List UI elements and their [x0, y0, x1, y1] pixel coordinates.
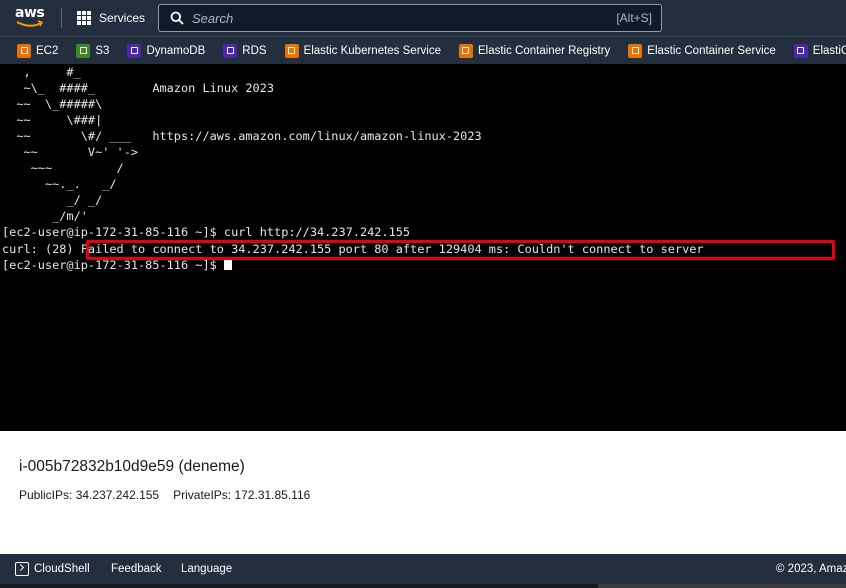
favorite-s3[interactable]: S3 [76, 37, 110, 64]
s3-icon [76, 43, 91, 58]
favorite-label: RDS [242, 44, 267, 57]
search-shortcut-hint: [Alt+S] [616, 11, 652, 25]
favorite-label: S3 [95, 44, 110, 57]
private-ips: PrivateIPs: 172.31.85.116 [173, 488, 311, 502]
terminal-line: ~~~ / [2, 161, 124, 175]
elasticache-icon [793, 43, 808, 58]
terminal-line: ~~ \_#####\ [2, 97, 103, 111]
terminal-line: ~\_ ####_ Amazon Linux 2023 [2, 81, 275, 95]
ecr-icon [458, 43, 473, 58]
favorite-eks[interactable]: Elastic Kubernetes Service [284, 37, 441, 64]
ecs-icon [628, 43, 643, 58]
nav-divider [61, 8, 62, 28]
favorite-label: ElastiCache [812, 44, 846, 57]
terminal-console[interactable]: , #_ ~\_ ####_ Amazon Linux 2023 ~~ \_##… [0, 64, 846, 431]
favorite-label: Elastic Container Service [647, 44, 776, 57]
eks-icon [284, 43, 299, 58]
favorite-ecs[interactable]: Elastic Container Service [628, 37, 776, 64]
aws-smile-icon [16, 20, 44, 27]
language-link[interactable]: Language [181, 563, 232, 575]
aws-logo-text: aws [15, 5, 45, 21]
search-icon [170, 11, 184, 25]
instance-title: i-005b72832b10d9e59 (deneme) [19, 458, 245, 475]
favorite-label: DynamoDB [146, 44, 206, 57]
console-footer: CloudShell Feedback Language © 2023, Ama… [0, 554, 846, 584]
copyright-text: © 2023, Amaz [776, 563, 846, 575]
services-label: Services [99, 11, 146, 25]
cloudshell-label: CloudShell [34, 563, 90, 575]
favorite-dynamodb[interactable]: DynamoDB [127, 37, 206, 64]
favorite-ecr[interactable]: Elastic Container Registry [458, 37, 611, 64]
aws-logo[interactable]: aws [15, 6, 47, 30]
favorites-bar: EC2 S3 DynamoDB RDS Elastic Kubernetes S… [0, 36, 846, 64]
terminal-line: ~~ \#/ ___ https://aws.amazon.com/linux/… [2, 129, 482, 143]
instance-ips: PublicIPs: 34.237.242.155 PrivateIPs: 17… [19, 488, 310, 502]
favorite-label: EC2 [36, 44, 59, 57]
ec2-icon [17, 43, 31, 58]
favorite-label: Elastic Container Registry [477, 44, 611, 57]
rds-icon [223, 43, 238, 58]
instance-info-panel: i-005b72832b10d9e59 (deneme) PublicIPs: … [0, 431, 846, 554]
search-input[interactable] [192, 10, 592, 26]
terminal-line: ~~ \###| [2, 113, 103, 127]
horizontal-scrollbar[interactable] [0, 584, 846, 588]
terminal-line: _/ _/ [2, 193, 103, 207]
terminal-line: _/m/' [2, 209, 88, 223]
cloudshell-button[interactable]: CloudShell [15, 562, 90, 576]
services-menu-button[interactable]: Services [77, 9, 145, 27]
favorite-elasticache[interactable]: ElastiCache [793, 37, 846, 64]
terminal-command-line: [ec2-user@ip-172-31-85-116 ~]$ curl http… [2, 225, 411, 239]
scrollbar-thumb[interactable] [598, 584, 846, 588]
terminal-line: ~~._. _/ [2, 177, 117, 191]
terminal-line: ~~ V~' '-> [2, 145, 139, 159]
error-highlight-box [86, 240, 835, 260]
favorite-label: Elastic Kubernetes Service [303, 44, 441, 57]
top-navigation-bar: aws Services [Alt+S] [0, 0, 846, 36]
terminal-prompt: [ec2-user@ip-172-31-85-116 ~]$ [2, 258, 224, 272]
dynamodb-icon [127, 43, 142, 58]
terminal-icon [15, 562, 29, 576]
feedback-link[interactable]: Feedback [111, 563, 162, 575]
search-bar[interactable]: [Alt+S] [158, 4, 662, 32]
terminal-line: , #_ [2, 65, 81, 79]
favorite-rds[interactable]: RDS [223, 37, 267, 64]
favorite-ec2[interactable]: EC2 [17, 37, 59, 64]
public-ips: PublicIPs: 34.237.242.155 [19, 488, 160, 502]
grid-menu-icon [77, 11, 91, 25]
